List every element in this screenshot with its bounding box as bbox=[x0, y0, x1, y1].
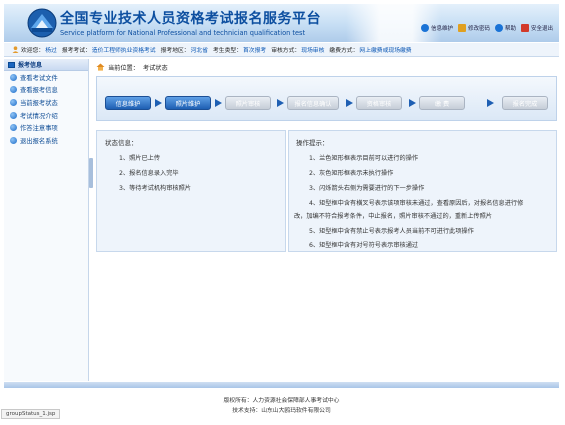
step-info-confirm[interactable]: 报名信息确认 bbox=[287, 96, 339, 110]
home-icon bbox=[96, 63, 105, 71]
step-photo-maintain[interactable]: 照片维护 bbox=[165, 96, 211, 110]
footer-copyright: 版权所有：人力资源社会保障部人事考试中心 bbox=[223, 398, 340, 404]
key-icon bbox=[457, 24, 466, 32]
top-actions: 信息维护 修改密码 帮助 安全退出 bbox=[420, 24, 553, 32]
step-qualification-review[interactable]: 资格审核 bbox=[356, 96, 402, 110]
breadcrumb-label: 当前位置： bbox=[108, 64, 139, 72]
footer: 版权所有：人力资源社会保障部人事考试中心 技术支持：山东山大鸥玛软件有限公司 bbox=[4, 396, 559, 416]
exam-value: 造价工程师执业资格考试 bbox=[91, 48, 156, 54]
arrow-right-icon bbox=[346, 99, 353, 107]
tip-line: 2、灰色矩形框表示未执行操作 bbox=[309, 170, 394, 177]
step-payment[interactable]: 缴 费 bbox=[419, 96, 465, 110]
arrow-right-icon bbox=[409, 99, 416, 107]
site-subtitle: Service platform for National Profession… bbox=[60, 29, 306, 37]
candidate-info-bar: 欢迎您： 杨过 报考考试： 造价工程师执业资格考试 报考地区： 河北省 考生类型… bbox=[4, 43, 559, 57]
change-password-link[interactable]: 修改密码 bbox=[457, 24, 490, 32]
step-registration-complete[interactable]: 报名完成 bbox=[502, 96, 548, 110]
status-panel-title: 状态信息： bbox=[105, 139, 138, 147]
sidebar-item-current-status[interactable]: 当前报考状态 bbox=[4, 96, 88, 109]
sidebar-item-label: 查看考试文件 bbox=[20, 74, 58, 82]
region-label: 报考地区： bbox=[160, 48, 190, 54]
sidebar-title: 报考信息 bbox=[18, 62, 43, 69]
welcome-label: 欢迎您： bbox=[21, 48, 45, 54]
footer-support: 技术支持：山东山大鸥玛软件有限公司 bbox=[232, 408, 331, 414]
info-maintain-label: 信息维护 bbox=[430, 26, 453, 32]
progress-steps: 信息维护 照片维护 照片审核 报名信息确认 资格审核 缴 费 报名完成 bbox=[96, 76, 557, 121]
tips-panel: 操作提示： 1、兰色矩形框表示目前可以进行的操作 2、灰色矩形框表示未执行操作 … bbox=[288, 130, 557, 252]
payment-method-label: 缴费方式： bbox=[329, 48, 359, 54]
bullet-icon bbox=[10, 124, 17, 132]
footer-divider bbox=[4, 382, 559, 388]
status-tab[interactable]: groupStatus_1.jsp bbox=[1, 409, 61, 419]
site-title: 全国专业技术人员资格考试报名服务平台 bbox=[60, 11, 321, 27]
arrow-right-icon bbox=[487, 99, 494, 107]
tip-line: 4、矩型框中含有横叉号表示该项审核未通过，查看原因后，对报名信息进行修 bbox=[309, 200, 524, 207]
candidate-type-value: 首次报考 bbox=[243, 48, 267, 54]
logout-label: 安全退出 bbox=[530, 26, 553, 32]
sidebar: 报考信息 查看考试文件 查看报考信息 当前报考状态 考试情况介绍 作答注意事项 … bbox=[4, 59, 89, 381]
tips-panel-title: 操作提示： bbox=[296, 139, 329, 147]
content-panels: 状态信息： 1、照片已上传 2、报名信息录入完毕 3、等待考试机构审核照片 操作… bbox=[96, 130, 557, 252]
tip-line: 3、闪烁箭头右侧为需要进行的下一步操作 bbox=[309, 185, 425, 192]
tip-line: 5、矩型框中含有禁止号表示报考人员当前不可进行此项操作 bbox=[309, 228, 474, 235]
header-banner: 全国专业技术人员资格考试报名服务平台 Service platform for … bbox=[4, 4, 559, 42]
arrow-right-icon bbox=[215, 99, 222, 107]
sidebar-item-exit-system[interactable]: 退出报名系统 bbox=[4, 134, 88, 147]
change-password-label: 修改密码 bbox=[467, 26, 490, 32]
sidebar-header-icon bbox=[8, 61, 15, 68]
logout-link[interactable]: 安全退出 bbox=[520, 24, 553, 32]
info-maintain-link[interactable]: 信息维护 bbox=[420, 24, 453, 32]
exam-label: 报考考试： bbox=[61, 48, 91, 54]
sidebar-item-label: 当前报考状态 bbox=[20, 99, 58, 107]
sidebar-item-label: 查看报考信息 bbox=[20, 87, 58, 95]
sidebar-item-label: 作答注意事项 bbox=[20, 125, 58, 133]
step-info-maintain[interactable]: 信息维护 bbox=[105, 96, 151, 110]
help-icon bbox=[494, 24, 503, 32]
sidebar-item-label: 考试情况介绍 bbox=[20, 112, 58, 120]
welcome-user: 杨过 bbox=[45, 48, 57, 54]
bullet-icon bbox=[10, 111, 17, 119]
candidate-type-label: 考生类型： bbox=[213, 48, 242, 54]
sidebar-splitter-handle[interactable] bbox=[89, 158, 93, 188]
bullet-icon bbox=[10, 73, 17, 81]
arrow-right-icon bbox=[277, 99, 284, 107]
pta-logo-icon bbox=[27, 8, 57, 38]
region-value: 河北省 bbox=[190, 48, 208, 54]
sidebar-item-answer-notes[interactable]: 作答注意事项 bbox=[4, 121, 88, 134]
sidebar-header: 报考信息 bbox=[4, 59, 88, 71]
sidebar-item-label: 退出报名系统 bbox=[20, 137, 58, 145]
sidebar-item-exam-intro[interactable]: 考试情况介绍 bbox=[4, 109, 88, 122]
breadcrumb: 当前位置： 考试状态 bbox=[96, 61, 556, 73]
arrow-right-icon bbox=[155, 99, 162, 107]
sidebar-item-exam-files[interactable]: 查看考试文件 bbox=[4, 71, 88, 84]
status-line: 2、报名信息录入完毕 bbox=[119, 170, 179, 177]
info-icon bbox=[420, 24, 429, 32]
payment-method-value: 网上缴费或现场缴费 bbox=[359, 48, 412, 54]
step-photo-review[interactable]: 照片审核 bbox=[225, 96, 271, 110]
user-icon bbox=[12, 46, 19, 53]
tip-line: 1、兰色矩形框表示目前可以进行的操作 bbox=[309, 155, 419, 162]
header-decoration bbox=[346, 4, 441, 42]
bullet-icon bbox=[10, 136, 17, 144]
status-line: 1、照片已上传 bbox=[119, 155, 161, 162]
tip-line: 改，加编不符合报考条件，中止报名，照片审核不通过的，重新上传照片 bbox=[294, 213, 492, 220]
review-method-label: 审核方式： bbox=[271, 48, 301, 54]
status-panel: 状态信息： 1、照片已上传 2、报名信息录入完毕 3、等待考试机构审核照片 bbox=[96, 130, 286, 252]
review-method-value: 现场审核 bbox=[301, 48, 325, 54]
bullet-icon bbox=[10, 98, 17, 106]
tip-line: 6、矩型框中含有对号符号表示审核通过 bbox=[309, 242, 419, 249]
help-link[interactable]: 帮助 bbox=[494, 24, 516, 32]
sidebar-item-registration-info[interactable]: 查看报考信息 bbox=[4, 84, 88, 97]
exit-icon bbox=[520, 24, 529, 32]
help-label: 帮助 bbox=[504, 26, 516, 32]
bullet-icon bbox=[10, 86, 17, 94]
breadcrumb-current: 考试状态 bbox=[142, 64, 168, 72]
status-line: 3、等待考试机构审核照片 bbox=[119, 185, 191, 192]
